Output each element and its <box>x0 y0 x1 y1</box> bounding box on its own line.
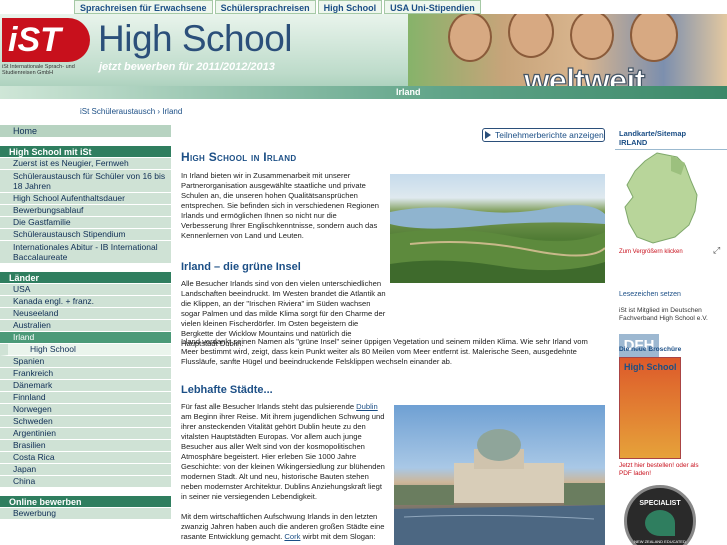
sidebar-item-china[interactable]: China <box>0 476 171 488</box>
sidebar-item-brasilien[interactable]: Brasilien <box>0 440 171 452</box>
sidebar-item-aufenthaltsdauer[interactable]: High School Aufenthaltsdauer <box>0 193 171 205</box>
sidebar-heading-laender[interactable]: Länder <box>0 272 171 284</box>
ireland-landscape-photo <box>390 174 605 283</box>
topnav-sprachreisen-erwachsene[interactable]: Sprachreisen für Erwachsene <box>74 0 213 14</box>
breadcrumb-separator: › <box>157 107 161 116</box>
top-navigation: Sprachreisen für Erwachsene Schülersprac… <box>74 0 481 14</box>
breadcrumb-parent[interactable]: iSt Schüleraustausch <box>80 107 155 116</box>
sidebar-item-ib-abitur[interactable]: Internationales Abitur - IB Internationa… <box>0 241 171 264</box>
map-title: Landkarte/Sitemap <box>619 129 687 138</box>
arrow-right-icon <box>485 131 491 139</box>
intro-paragraph: In Irland bieten wir in Zusammenarbeit m… <box>181 171 379 240</box>
ireland-map[interactable] <box>619 151 723 247</box>
topnav-usa-uni-stipendien[interactable]: USA Uni-Stipendien <box>384 0 481 14</box>
dublin-link[interactable]: Dublin <box>356 402 378 411</box>
sidebar-item-neuseeland[interactable]: Neuseeland <box>0 308 171 320</box>
sidebar-item-bewerbung[interactable]: Bewerbung <box>0 508 171 520</box>
brochure-order-link[interactable]: Jetzt hier bestellen! oder als PDF laden… <box>619 462 699 478</box>
badge-bottom-text: NEW ZEALAND EDUCATED <box>634 539 686 544</box>
ist-logo[interactable]: iST iSt Internationale Sprach- und Studi… <box>2 18 92 82</box>
section-bar: Irland <box>0 86 727 99</box>
sidebar-item-neugier[interactable]: Zuerst ist es Neugier, Fernweh <box>0 158 171 170</box>
cork-link[interactable]: Cork <box>284 532 300 541</box>
nz-specialist-badge: SPECIALIST NEW ZEALAND EDUCATED <box>624 485 696 545</box>
sidebar-item-kanada[interactable]: Kanada engl. + franz. <box>0 296 171 308</box>
ireland-map-illustration <box>624 152 698 244</box>
breadcrumb-current: Irland <box>162 107 183 116</box>
section-bar-current: Irland <box>396 87 421 97</box>
dublin-illustration <box>394 429 605 545</box>
sidebar-item-irland[interactable]: Irland <box>0 332 171 344</box>
apply-tagline: jetzt bewerben für 2011/2012/2013 <box>99 61 275 73</box>
sidebar-nav: Home High School mit iSt Zuerst ist es N… <box>0 125 171 520</box>
sidebar-heading-high-school[interactable]: High School mit iSt <box>0 146 171 158</box>
sidebar-item-australien[interactable]: Australien <box>0 320 171 332</box>
site-title: High School <box>98 18 293 59</box>
dfh-membership-text: iSt ist Mitglied im Deutschen Fachverban… <box>619 307 708 322</box>
green-island-paragraph: Irland verdankt seinen Namen als "grüne … <box>181 337 588 366</box>
map-box: Landkarte/Sitemap IRLAND Zum Vergrößern … <box>615 127 727 255</box>
participant-reports-label: Teilnehmerberichte anzeigen <box>495 130 604 140</box>
brochure-title: Die neue Broschüre <box>619 346 682 353</box>
logo-wordmark: iST <box>2 18 90 62</box>
sidebar-item-bewerbungsablauf[interactable]: Bewerbungsablauf <box>0 205 171 217</box>
sidebar-item-usa[interactable]: USA <box>0 284 171 296</box>
zoom-icon[interactable]: ⤢ <box>713 245 720 256</box>
subheading-staedte: Lebhafte Städte... <box>181 384 273 396</box>
sidebar-item-stipendium[interactable]: Schüleraustausch Stipendium <box>0 229 171 241</box>
sidebar-item-gastfamilie[interactable]: Die Gastfamilie <box>0 217 171 229</box>
page-title: High School in Irland <box>181 150 297 164</box>
dublin-paragraph: Für fast alle Besucher Irlands steht das… <box>181 402 385 501</box>
cork-paragraph: Mit dem wirtschaftlichen Aufschwung Irla… <box>181 512 385 541</box>
sidebar-item-home[interactable]: Home <box>0 125 171 138</box>
breadcrumb: iSt Schüleraustausch › Irland <box>80 107 182 116</box>
fern-icon <box>645 510 675 536</box>
participant-reports-button[interactable]: Teilnehmerberichte anzeigen <box>482 128 605 142</box>
bookmark-link[interactable]: Lesezeichen setzen <box>619 291 681 298</box>
sidebar-item-schweden[interactable]: Schweden <box>0 416 171 428</box>
sidebar-item-finnland[interactable]: Finnland <box>0 392 171 404</box>
sidebar-item-norwegen[interactable]: Norwegen <box>0 404 171 416</box>
sidebar-item-spanien[interactable]: Spanien <box>0 356 171 368</box>
brochure-cover-title: High School <box>624 362 677 372</box>
sidebar-item-japan[interactable]: Japan <box>0 464 171 476</box>
sidebar-item-irland-high-school[interactable]: High School <box>0 344 171 356</box>
landscape-illustration <box>390 205 605 283</box>
logo-subtitle: iSt Internationale Sprach- und Studienre… <box>2 64 75 76</box>
sidebar-item-schueleraustausch-16-18[interactable]: Schüleraustausch für Schüler von 16 bis … <box>0 170 171 193</box>
header-banner: iST iSt Internationale Sprach- und Studi… <box>0 14 727 99</box>
topnav-schuelersprachreisen[interactable]: Schülersprachreisen <box>214 0 316 14</box>
sidebar-item-argentinien[interactable]: Argentinien <box>0 428 171 440</box>
sidebar-item-daenemark[interactable]: Dänemark <box>0 380 171 392</box>
map-country: IRLAND <box>619 138 648 147</box>
topnav-high-school[interactable]: High School <box>317 0 383 14</box>
dublin-four-courts-photo <box>394 405 605 545</box>
sidebar-heading-online-bewerben[interactable]: Online bewerben <box>0 496 171 508</box>
sidebar-item-costa-rica[interactable]: Costa Rica <box>0 452 171 464</box>
badge-top-text: SPECIALIST <box>639 500 681 507</box>
subheading-gruene-insel: Irland – die grüne Insel <box>181 261 301 273</box>
map-zoom-hint[interactable]: Zum Vergrößern klicken <box>619 249 683 255</box>
sidebar-item-frankreich[interactable]: Frankreich <box>0 368 171 380</box>
brochure-cover[interactable]: High School <box>619 357 681 459</box>
